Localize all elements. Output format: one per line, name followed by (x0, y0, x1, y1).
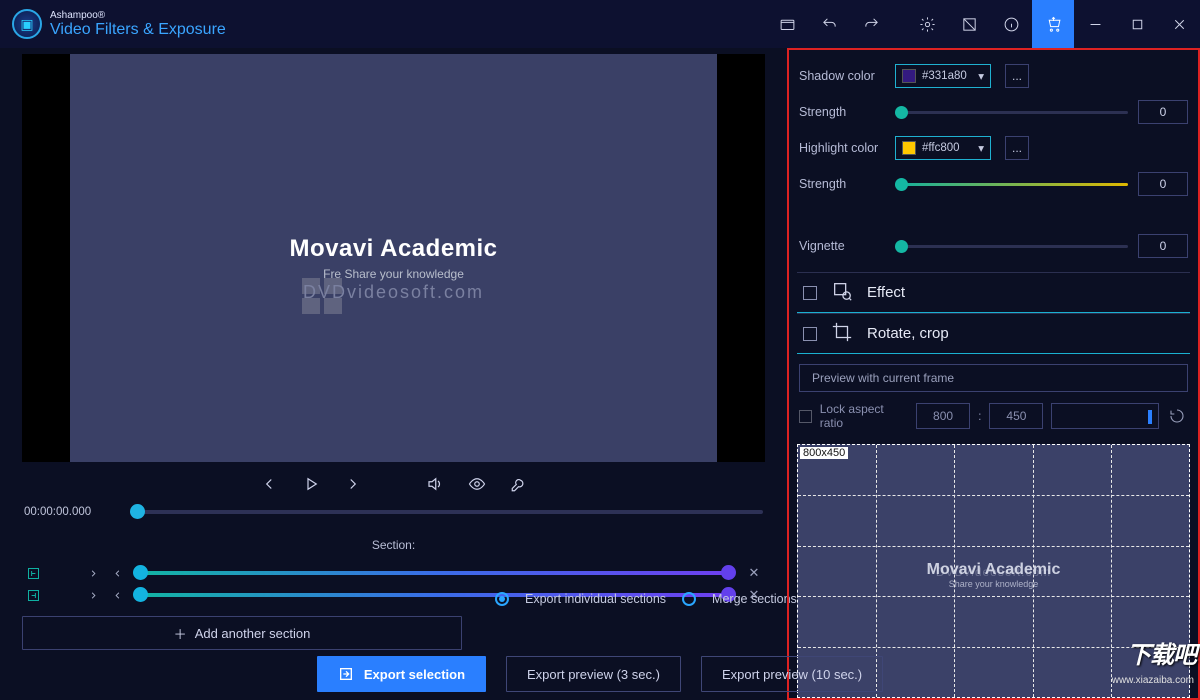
crop-dimensions-row: Lock aspect ratio : (797, 400, 1190, 440)
video-preview-frame: DVDvideosoft.com Movavi Academic Fre Sha… (22, 54, 765, 462)
crop-width-input[interactable] (916, 403, 970, 429)
effect-label: Effect (867, 284, 905, 301)
settings-button[interactable] (906, 0, 948, 48)
export-preview-10-button[interactable]: Export preview (10 sec.) (701, 656, 883, 692)
section-prev-button[interactable] (86, 568, 100, 579)
close-button[interactable] (1158, 0, 1200, 48)
timeline-bar: 00:00:00.000 (22, 502, 765, 534)
highlight-color-value: #ffc800 (922, 142, 960, 154)
undo-button[interactable] (808, 0, 850, 48)
dimension-separator: : (978, 409, 981, 423)
export-selection-button[interactable]: Export selection (317, 656, 486, 692)
effect-checkbox[interactable] (803, 286, 817, 300)
next-frame-button[interactable] (343, 474, 363, 494)
rotate-crop-checkbox[interactable] (803, 327, 817, 341)
site-watermark-url: www.xiazaiba.com (1112, 675, 1194, 686)
timecode: 00:00:00.000 (24, 506, 116, 518)
chevron-down-icon: ▾ (978, 69, 984, 83)
site-watermark-logo: 下载吧 (1127, 635, 1196, 670)
section-prev-button-2[interactable] (86, 590, 100, 601)
prev-frame-button[interactable] (259, 474, 279, 494)
app-brand: Ashampoo® Video Filters & Exposure (50, 10, 226, 39)
section-next-button[interactable] (110, 568, 124, 579)
shadow-strength-value[interactable]: 0 (1138, 100, 1188, 124)
vignette-label: Vignette (799, 239, 885, 253)
vignette-slider[interactable] (895, 245, 1128, 248)
section-next-button-2[interactable] (110, 590, 124, 601)
export-preview-3-button[interactable]: Export preview (3 sec.) (506, 656, 681, 692)
highlight-strength-slider[interactable] (895, 183, 1128, 186)
export-icon (338, 666, 354, 682)
lock-aspect-checkbox[interactable] (799, 410, 812, 423)
highlight-swatch-icon (902, 141, 916, 155)
rotate-crop-panel-header[interactable]: Rotate, crop (797, 313, 1190, 353)
redo-button[interactable] (850, 0, 892, 48)
export-selection-label: Export selection (364, 667, 465, 682)
titlebar: ▣ Ashampoo® Video Filters & Exposure (0, 0, 1200, 48)
crop-height-input[interactable] (989, 403, 1043, 429)
watermark-faded-text: DVDvideosoft.com (303, 282, 484, 303)
export-options: Export individual sections Merge section… (495, 592, 797, 606)
highlight-color-picker[interactable]: #ffc800 ▾ (895, 136, 991, 160)
effect-panel-header[interactable]: Effect (797, 272, 1190, 312)
shadow-color-label: Shadow color (799, 69, 885, 83)
merge-sections-radio[interactable] (682, 592, 696, 606)
rotate-crop-label: Rotate, crop (867, 325, 949, 342)
shadow-swatch-icon (902, 69, 916, 83)
merge-sections-label: Merge sections (712, 592, 797, 606)
crop-dimensions-badge: 800x450 (800, 447, 848, 459)
plus-icon: ＋ (174, 624, 187, 643)
chevron-down-icon: ▾ (978, 141, 984, 155)
preview-current-frame-button[interactable]: Preview with current frame (799, 364, 1188, 392)
info-button[interactable] (990, 0, 1032, 48)
crop-watermark-title: Movavi AcademicShare your knowledge (927, 561, 1061, 589)
properties-panel: Shadow color #331a80 ▾ ... Strength 0 Hi… (787, 48, 1200, 700)
play-button[interactable] (301, 474, 321, 494)
volume-button[interactable] (425, 474, 445, 494)
add-section-label: Add another section (195, 626, 311, 641)
brand-small: Ashampoo® (50, 10, 226, 21)
highlight-color-more-button[interactable]: ... (1005, 136, 1029, 160)
shadow-strength-label: Strength (799, 105, 885, 119)
highlight-strength-value[interactable]: 0 (1138, 172, 1188, 196)
left-pane: DVDvideosoft.com Movavi Academic Fre Sha… (0, 48, 787, 700)
section-label: Section: (22, 534, 765, 562)
tools-button[interactable] (509, 474, 529, 494)
brand-big: Video Filters & Exposure (50, 21, 226, 39)
watermark-title: Movavi Academic (289, 235, 497, 263)
shadow-color-picker[interactable]: #331a80 ▾ (895, 64, 991, 88)
lock-aspect-label: Lock aspect ratio (820, 402, 908, 430)
video-preview[interactable]: DVDvideosoft.com Movavi Academic Fre Sha… (70, 54, 717, 462)
minimize-button[interactable] (1074, 0, 1116, 48)
section-marker-in-icon[interactable] (24, 564, 42, 582)
shadow-color-more-button[interactable]: ... (1005, 64, 1029, 88)
bottom-bar: Export selection Export preview (3 sec.)… (0, 648, 1200, 700)
effect-icon (831, 280, 853, 306)
vignette-value[interactable]: 0 (1138, 234, 1188, 258)
export-individual-radio[interactable] (495, 592, 509, 606)
app-logo-icon: ▣ (12, 9, 42, 39)
remove-section-1-button[interactable]: ✕ (745, 564, 763, 582)
theme-button[interactable] (948, 0, 990, 48)
crop-icon (831, 321, 853, 347)
reset-crop-button[interactable] (1167, 405, 1188, 427)
section-range-1[interactable] (134, 571, 735, 575)
aspect-preset-select[interactable] (1051, 403, 1158, 429)
preview-visibility-button[interactable] (467, 474, 487, 494)
section-marker-out-icon[interactable] (24, 586, 42, 604)
player-controls (22, 462, 765, 502)
shadow-color-value: #331a80 (922, 70, 967, 82)
export-individual-label: Export individual sections (525, 592, 666, 606)
open-file-button[interactable] (766, 0, 808, 48)
shadow-strength-slider[interactable] (895, 111, 1128, 114)
cart-button[interactable] (1032, 0, 1074, 48)
highlight-color-label: Highlight color (799, 141, 885, 155)
highlight-strength-label: Strength (799, 177, 885, 191)
add-section-button[interactable]: ＋ Add another section (22, 616, 462, 650)
maximize-button[interactable] (1116, 0, 1158, 48)
section-row-1: ✕ (22, 562, 765, 584)
timeline-slider[interactable] (130, 510, 763, 514)
